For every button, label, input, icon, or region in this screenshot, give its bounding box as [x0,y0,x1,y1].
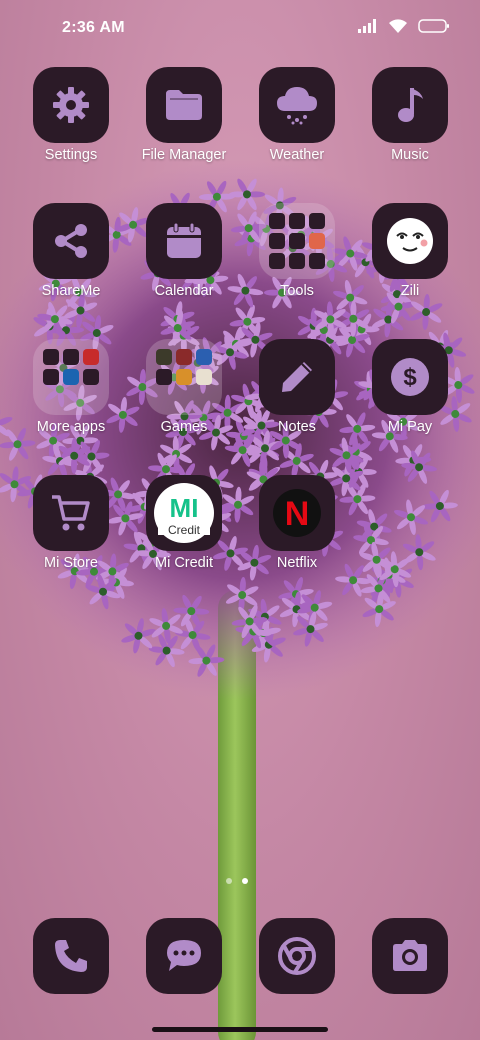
svg-text:MI: MI [170,493,199,523]
music-note-icon [398,88,423,122]
page-dot-current[interactable] [242,878,248,884]
folder-preview-icons [43,349,99,405]
dock-camera[interactable] [372,918,448,994]
dock-phone[interactable] [33,918,109,994]
home-gesture-bar[interactable] [152,1027,328,1032]
battery-icon [418,19,449,33]
phone-icon [55,940,87,972]
cloud-icon [277,87,317,125]
app-mi-credit[interactable]: MI Credit Mi Credit [128,475,240,595]
netflix-logo-icon: N [273,489,321,537]
app-label: Mi Pay [387,419,433,435]
page-dot[interactable] [226,878,232,884]
app-label: Netflix [276,555,318,571]
page-indicator [226,878,248,884]
svg-text:$: $ [403,364,417,391]
app-settings[interactable]: Settings [15,67,127,187]
folder-more-apps[interactable]: More apps [15,339,127,459]
status-time: 2:36 AM [62,19,125,36]
calendar-icon [167,222,201,258]
folder-preview-icons [269,213,325,269]
pencil-icon [282,362,312,392]
smiley-face-icon [387,218,433,264]
folder-tools[interactable]: Tools [241,203,353,323]
app-shareme[interactable]: ShareMe [15,203,127,323]
app-netflix[interactable]: N Netflix [241,475,353,595]
camera-icon [393,940,427,971]
app-label: Zili [400,283,420,299]
app-music[interactable]: Music [354,67,466,187]
dollar-icon: $ [391,358,429,396]
app-zili[interactable]: Zili [354,203,466,323]
folder-preview-icons [156,349,212,405]
dock-messages[interactable] [146,918,222,994]
status-bar: 2:36 AM [0,0,480,56]
folder-games[interactable]: Games [128,339,240,459]
app-notes[interactable]: Notes [241,339,353,459]
app-file-manager[interactable]: File Manager [128,67,240,187]
wifi-icon [389,19,407,33]
gear-icon [53,87,89,123]
cart-icon [52,495,90,531]
app-calendar[interactable]: Calendar [128,203,240,323]
folder-icon [166,90,202,120]
svg-text:N: N [285,495,310,533]
app-label: Music [391,147,429,163]
app-mi-store[interactable]: Mi Store [15,475,127,595]
share-icon [55,224,87,258]
chrome-icon [278,937,316,975]
svg-text:Credit: Credit [168,523,201,537]
signal-icon [358,19,376,33]
dock-chrome[interactable] [259,918,335,994]
app-mi-pay[interactable]: $ Mi Pay [354,339,466,459]
app-weather[interactable]: Weather [241,67,353,187]
message-icon [167,940,201,971]
mi-credit-logo-icon: MICredit [154,483,214,543]
